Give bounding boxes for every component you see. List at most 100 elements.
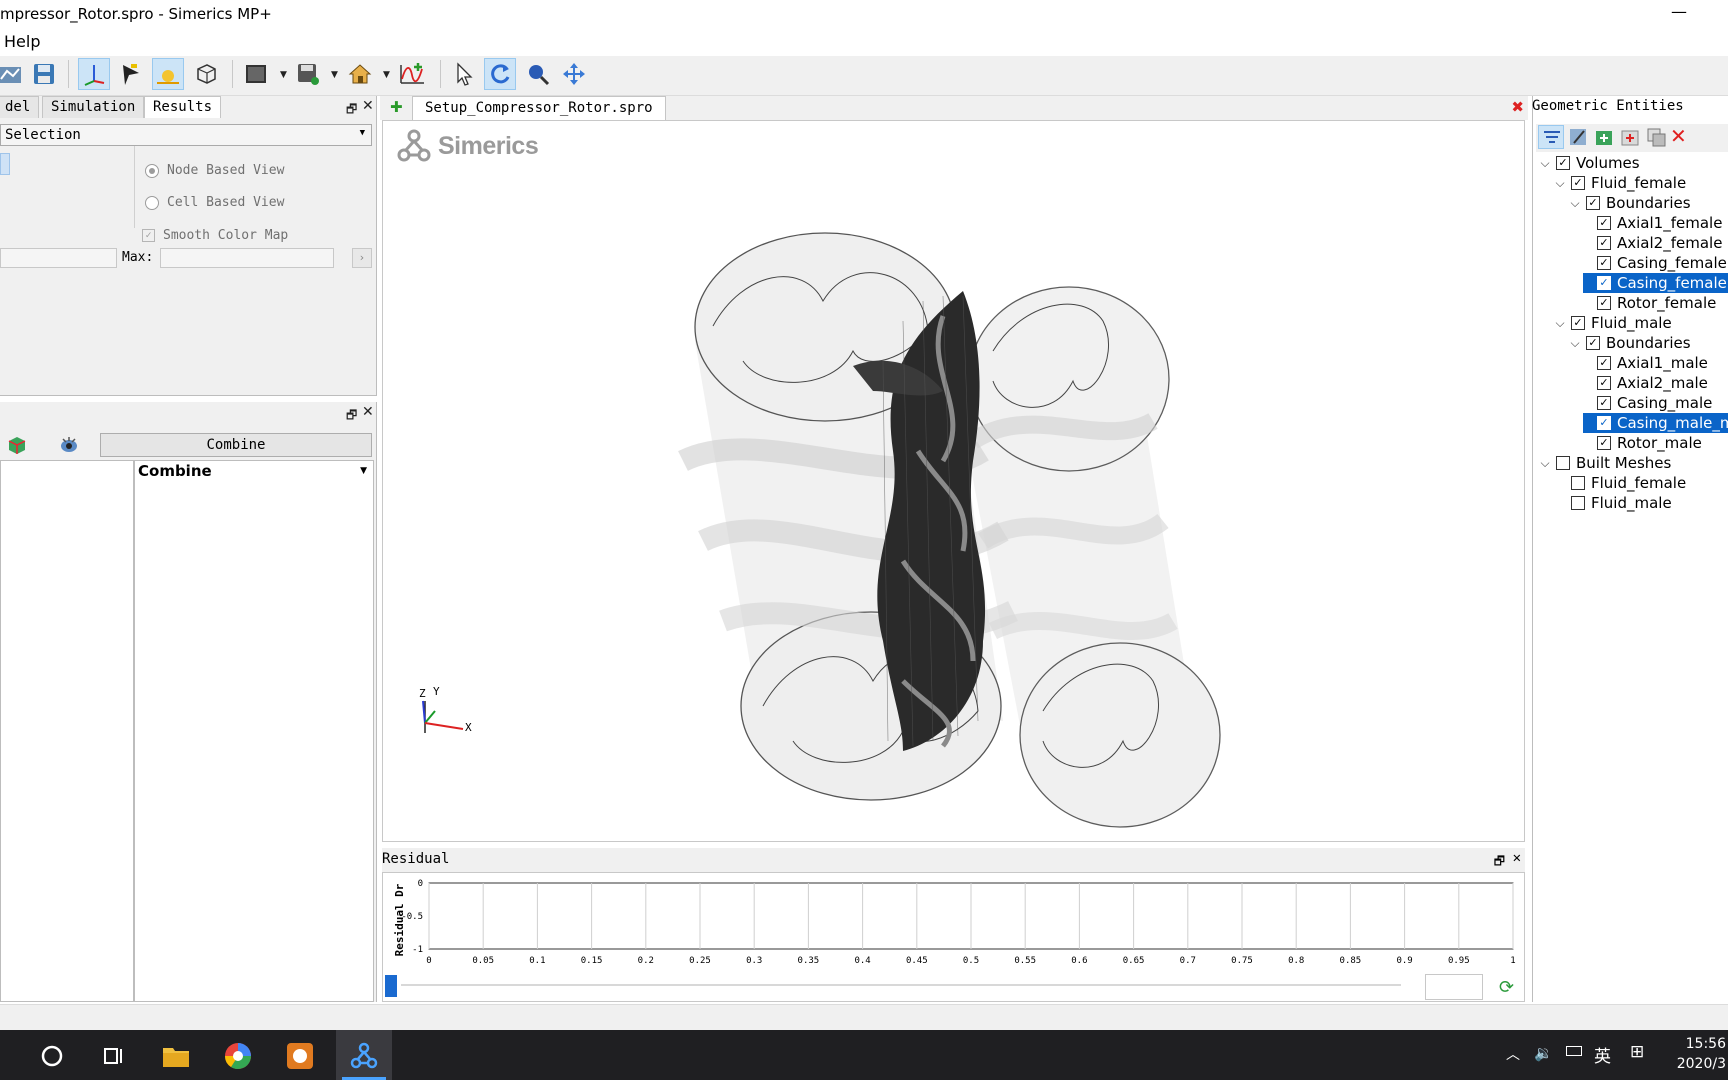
float-icon[interactable]: 🗗: [346, 100, 357, 121]
tab-simulation[interactable]: Simulation: [42, 96, 145, 118]
volume-icon[interactable]: 🔉: [1534, 1044, 1553, 1062]
chevron-down-icon[interactable]: ▼: [280, 70, 287, 80]
tree-item[interactable]: ⌵ ✓ Volumes: [1538, 153, 1728, 173]
tree-item[interactable]: ✓ Casing_female: [1583, 273, 1728, 293]
max-field[interactable]: [160, 248, 334, 268]
tree-checkbox[interactable]: [1556, 456, 1570, 470]
ime-indicator[interactable]: 英: [1594, 1042, 1611, 1067]
close-icon[interactable]: ✕: [1513, 850, 1521, 866]
box-icon[interactable]: [190, 58, 222, 90]
battery-icon[interactable]: [1566, 1046, 1582, 1056]
edit-icon[interactable]: [1568, 127, 1590, 147]
keyboard-icon[interactable]: ⊞: [1630, 1042, 1644, 1062]
node-based-view-option[interactable]: Node Based View: [145, 163, 284, 178]
3d-viewport[interactable]: Z Y X: [382, 120, 1525, 842]
zoom-icon[interactable]: [522, 58, 554, 90]
combine-target-list[interactable]: Combine ▼: [134, 460, 374, 1002]
refresh-icon[interactable]: ⟳: [1499, 977, 1514, 998]
axes-icon[interactable]: [78, 58, 110, 90]
tree-checkbox[interactable]: ✓: [1571, 176, 1585, 190]
export-icon[interactable]: [292, 58, 324, 90]
tree-item[interactable]: ✓ Rotor_male: [1583, 433, 1728, 453]
tree-checkbox[interactable]: ✓: [1597, 416, 1611, 430]
copy-icon[interactable]: [1646, 127, 1668, 147]
chevron-down-icon[interactable]: ⌵: [1553, 316, 1567, 331]
chart-icon[interactable]: [0, 58, 26, 90]
tree-item[interactable]: ✓ Casing_male: [1583, 393, 1728, 413]
cortana-icon[interactable]: [34, 1038, 70, 1074]
add-tab-icon[interactable]: ✚: [390, 98, 403, 116]
add-icon[interactable]: [1620, 127, 1642, 147]
tree-item[interactable]: Fluid_female: [1553, 473, 1728, 493]
tree-checkbox[interactable]: [1571, 496, 1585, 510]
tree-item[interactable]: ✓ Casing_male_m: [1583, 413, 1728, 433]
tree-item[interactable]: ⌵ ✓ Fluid_female: [1553, 173, 1728, 193]
chevron-down-icon[interactable]: ▼: [360, 466, 367, 476]
tree-checkbox[interactable]: [1571, 476, 1585, 490]
simerics-taskbar-icon[interactable]: [336, 1030, 392, 1080]
task-view-icon[interactable]: [96, 1038, 132, 1074]
chevron-down-icon[interactable]: ▼: [331, 70, 338, 80]
close-tab-icon[interactable]: ✖: [1511, 98, 1524, 116]
tree-item[interactable]: ⌵ ✓ Boundaries: [1568, 193, 1728, 213]
pointer-icon[interactable]: [448, 58, 480, 90]
chevron-down-icon[interactable]: ⌵: [1568, 196, 1582, 211]
tab-model[interactable]: del: [0, 96, 40, 118]
tree-checkbox[interactable]: ✓: [1597, 236, 1611, 250]
apply-button[interactable]: ›: [352, 248, 372, 268]
tree-checkbox[interactable]: ✓: [1597, 396, 1611, 410]
float-icon[interactable]: 🗗: [346, 406, 357, 427]
iteration-field[interactable]: [1425, 974, 1483, 1000]
tree-checkbox[interactable]: ✓: [1597, 356, 1611, 370]
flag-icon[interactable]: [114, 58, 146, 90]
progress-track[interactable]: [401, 984, 1401, 986]
merge-icon[interactable]: [1594, 127, 1616, 147]
chevron-down-icon[interactable]: ⌵: [1538, 156, 1552, 171]
file-explorer-icon[interactable]: [158, 1038, 194, 1074]
document-tab[interactable]: Setup_Compressor_Rotor.spro: [412, 96, 666, 120]
tree-item[interactable]: Fluid_male: [1553, 493, 1728, 513]
tree-checkbox[interactable]: ✓: [1597, 216, 1611, 230]
tree-checkbox[interactable]: ✓: [1586, 336, 1600, 350]
graph-icon[interactable]: [396, 58, 428, 90]
home-icon[interactable]: [344, 58, 376, 90]
tree-checkbox[interactable]: ✓: [1597, 276, 1611, 290]
chevron-down-icon[interactable]: ⌵: [1553, 176, 1567, 191]
tree-item[interactable]: ✓ Rotor_female: [1583, 293, 1728, 313]
tree-item[interactable]: ⌵ Built Meshes: [1538, 453, 1728, 473]
chevron-down-icon[interactable]: ⌵: [1538, 456, 1552, 471]
combine-source-list[interactable]: [0, 460, 134, 1002]
rotate-icon[interactable]: [484, 58, 516, 90]
display-icon[interactable]: [240, 58, 272, 90]
min-field[interactable]: [0, 248, 117, 268]
tab-results[interactable]: Results: [144, 96, 222, 118]
tree-checkbox[interactable]: ✓: [1571, 316, 1585, 330]
tree-item[interactable]: ⌵ ✓ Boundaries: [1568, 333, 1728, 353]
cell-based-view-option[interactable]: Cell Based View: [145, 195, 284, 210]
tree-checkbox[interactable]: ✓: [1597, 296, 1611, 310]
selection-dropdown[interactable]: Selection ▼: [0, 124, 372, 146]
progress-handle[interactable]: [385, 975, 397, 997]
eye-icon[interactable]: [58, 434, 80, 460]
light-icon[interactable]: [152, 58, 184, 90]
close-icon[interactable]: ✕: [362, 98, 374, 114]
minimize-button[interactable]: —: [1664, 2, 1694, 26]
delete-icon[interactable]: ✕: [1670, 124, 1687, 148]
chevron-down-icon[interactable]: ▼: [383, 70, 390, 80]
close-icon[interactable]: ✕: [362, 404, 374, 420]
menu-help[interactable]: Help: [4, 32, 40, 51]
tree-checkbox[interactable]: ✓: [1556, 156, 1570, 170]
tree-item[interactable]: ⌵ ✓ Fluid_male: [1553, 313, 1728, 333]
clock[interactable]: 15:56 2020/3: [1677, 1034, 1726, 1074]
tree-checkbox[interactable]: ✓: [1597, 256, 1611, 270]
tree-item[interactable]: ✓ Axial2_female: [1583, 233, 1728, 253]
chevron-up-icon[interactable]: ︿: [1506, 1044, 1520, 1064]
combine-button[interactable]: Combine: [100, 433, 372, 457]
tree-item[interactable]: ✓ Casing_female: [1583, 253, 1728, 273]
pan-icon[interactable]: [558, 58, 590, 90]
save-icon[interactable]: [28, 58, 60, 90]
tree-item[interactable]: ✓ Axial2_male: [1583, 373, 1728, 393]
tree-item[interactable]: ✓ Axial1_female: [1583, 213, 1728, 233]
browser-icon[interactable]: [220, 1038, 256, 1074]
chevron-down-icon[interactable]: ⌵: [1568, 336, 1582, 351]
